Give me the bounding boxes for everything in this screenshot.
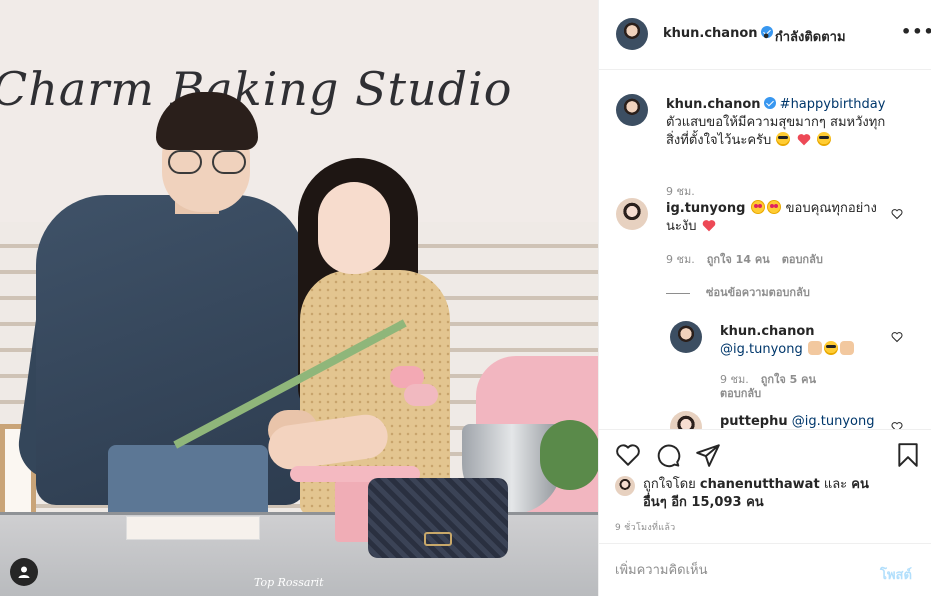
heart-eyes-emoji-icon: [766, 200, 781, 214]
more-options-icon[interactable]: •••: [901, 22, 931, 41]
avatar[interactable]: [670, 411, 702, 429]
comment-likes[interactable]: ถูกใจ 14 คน: [707, 253, 770, 266]
comment-time[interactable]: 9 ชม.: [666, 253, 695, 266]
liked-by-prefix: ถูกใจโดย: [643, 477, 696, 492]
mention-link[interactable]: @ig.tunyong: [792, 414, 875, 429]
hide-replies-button[interactable]: ซ่อนข้อความตอบกลับ: [666, 283, 810, 301]
like-comment-heart-icon[interactable]: [891, 331, 903, 343]
comment-meta: 9 ชม. ถูกใจ 14 คน ตอบกลับ: [666, 250, 835, 268]
verified-badge-icon: [763, 97, 776, 109]
share-paper-plane-icon[interactable]: [695, 442, 721, 468]
sunglasses-emoji-icon: [816, 132, 831, 146]
header-username[interactable]: khun.chanon: [663, 26, 773, 41]
photo-handbag: [368, 478, 508, 558]
photo-plant: [540, 420, 598, 490]
posted-time[interactable]: 9 ชั่วโมงที่แล้ว: [615, 520, 676, 534]
avatar[interactable]: [615, 476, 635, 496]
reply-meta: 9 ชม. ถูกใจ 5 คนตอบกลับ: [720, 373, 830, 401]
caption-text: ตัวแสบขอให้มีความสุขมากๆ สมหวังทุกสิ่งที…: [666, 115, 886, 148]
sunglasses-emoji-icon: [776, 132, 791, 146]
comment-body: ig.tunyong ขอบคุณทุกอย่างนะงับ: [666, 200, 892, 236]
reply-button[interactable]: ตอบกลับ: [720, 387, 761, 400]
comments-list[interactable]: khun.chanon #happybirthday ตัวแสบขอให้มี…: [599, 71, 931, 429]
caption-time[interactable]: 9 ชม.: [666, 185, 695, 198]
liked-by-joiner: และ: [823, 477, 848, 492]
reply-time[interactable]: 9 ชม.: [720, 373, 749, 386]
add-comment-input[interactable]: [615, 558, 865, 582]
avatar[interactable]: [616, 94, 648, 126]
user-icon: [18, 566, 30, 578]
post-comment-button[interactable]: โพสต์: [880, 564, 912, 585]
mention-link[interactable]: @ig.tunyong: [720, 342, 803, 357]
photo-man-jeans: [108, 445, 268, 520]
avatar[interactable]: [616, 198, 648, 230]
photo-man-glasses: [168, 150, 248, 176]
photo-tulip: [404, 384, 438, 406]
post-photo[interactable]: Charm Baking Studio Top Rossarit: [0, 0, 598, 596]
avatar[interactable]: [670, 321, 702, 353]
comment-username[interactable]: ig.tunyong: [666, 201, 745, 216]
red-heart-emoji-icon: [702, 219, 716, 232]
comment-bubble-icon[interactable]: [655, 442, 681, 468]
comment-composer: โพสต์: [599, 543, 931, 596]
follow-status-button[interactable]: • กำลังติดตาม: [762, 26, 846, 47]
caption-meta: 9 ชม.: [666, 182, 707, 200]
post-header: khun.chanon • กำลังติดตาม •••: [599, 0, 931, 70]
sunglasses-emoji-icon: [823, 341, 838, 355]
like-comment-heart-icon[interactable]: [891, 421, 903, 429]
tagged-users-button[interactable]: [10, 558, 38, 586]
divider: [666, 292, 690, 294]
caption-body: khun.chanon #happybirthday ตัวแสบขอให้มี…: [666, 96, 892, 150]
like-comment-heart-icon[interactable]: [891, 208, 903, 220]
photo-sign-text: Charm Baking Studio: [0, 62, 513, 116]
reply-likes[interactable]: ถูกใจ 5 คน: [761, 373, 816, 386]
post-actions: ถูกใจโดย chanenutthawat และ คนอื่นๆ อีก …: [599, 429, 931, 543]
caption-username[interactable]: khun.chanon: [666, 97, 761, 112]
photo-woman-face: [318, 182, 390, 274]
clapping-hands-emoji-icon: [839, 341, 854, 355]
photo-watermark: Top Rossarit: [254, 576, 324, 589]
like-heart-icon[interactable]: [615, 442, 641, 468]
reply-body: puttephu @ig.tunyong: [720, 413, 896, 429]
post-side-panel: khun.chanon • กำลังติดตาม ••• khun.chano…: [598, 0, 931, 596]
save-bookmark-icon[interactable]: [895, 442, 921, 468]
hide-replies-label[interactable]: ซ่อนข้อความตอบกลับ: [706, 286, 810, 299]
hashtag-link[interactable]: #happybirthday: [780, 97, 886, 112]
reply-username[interactable]: khun.chanon: [720, 324, 815, 339]
reply-username[interactable]: puttephu: [720, 414, 788, 429]
photo-handbag-clasp: [424, 532, 452, 546]
username-text[interactable]: khun.chanon: [663, 26, 758, 41]
heart-eyes-emoji-icon: [750, 200, 765, 214]
liked-by-user[interactable]: chanenutthawat: [700, 477, 820, 492]
red-heart-emoji-icon: [797, 133, 811, 146]
liked-by-text: ถูกใจโดย chanenutthawat และ คนอื่นๆ อีก …: [643, 476, 873, 512]
photo-book: [126, 516, 260, 540]
reply-button[interactable]: ตอบกลับ: [782, 253, 823, 266]
avatar[interactable]: [616, 18, 648, 50]
reply-body: khun.chanon @ig.tunyong: [720, 323, 896, 359]
clapping-hands-emoji-icon: [807, 341, 822, 355]
